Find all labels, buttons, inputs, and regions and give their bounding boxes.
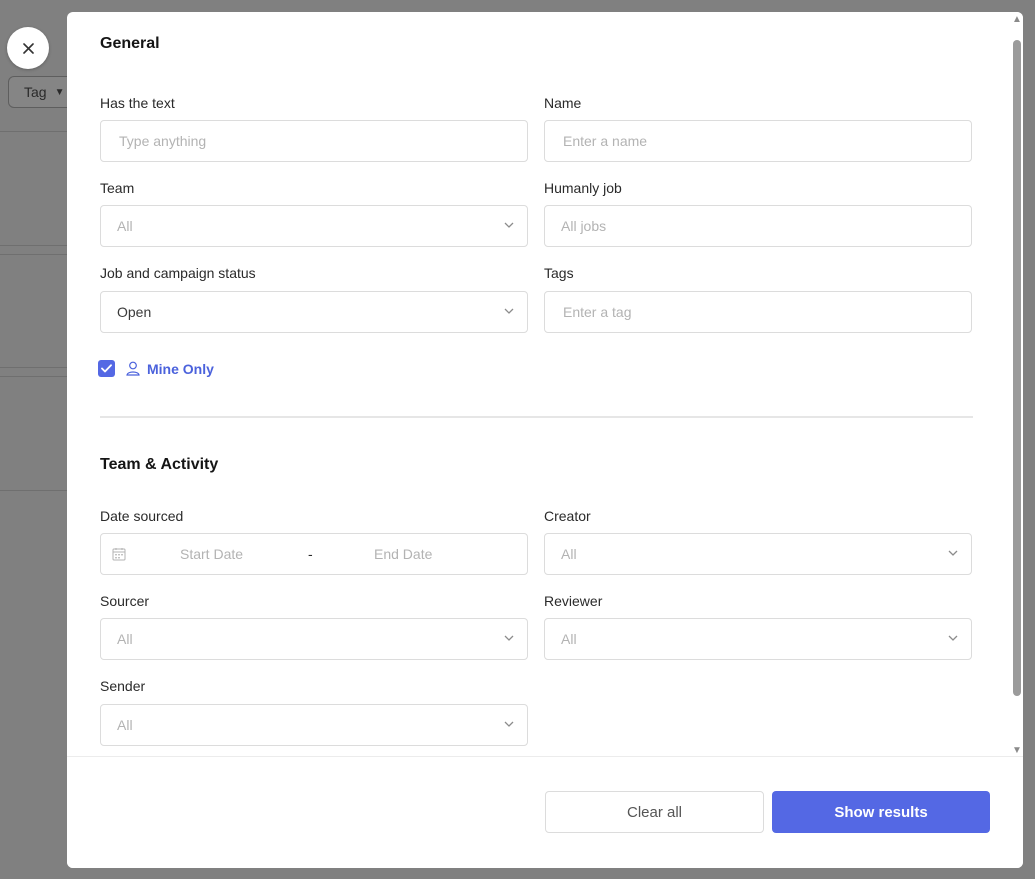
tag-filter-label: Tag xyxy=(24,84,47,100)
chevron-down-icon xyxy=(504,222,514,228)
sender-select-value: All xyxy=(117,717,133,733)
sourcer-select-value: All xyxy=(117,631,133,647)
name-label: Name xyxy=(544,95,582,111)
humanly-job-label: Humanly job xyxy=(544,180,622,196)
scroll-down-arrow-icon[interactable]: ▼ xyxy=(1012,745,1022,756)
humanly-job-field[interactable]: All jobs xyxy=(544,205,972,247)
tag-filter-button[interactable]: Tag ▼ xyxy=(8,76,74,108)
name-input[interactable] xyxy=(561,132,934,150)
creator-select[interactable]: All xyxy=(544,533,972,575)
date-sourced-label: Date sourced xyxy=(100,508,184,524)
sourcer-label: Sourcer xyxy=(100,593,150,609)
tags-label: Tags xyxy=(544,265,574,281)
chevron-down-icon xyxy=(504,721,514,727)
reviewer-select-value: All xyxy=(561,631,577,647)
name-field[interactable] xyxy=(544,120,972,162)
team-label: Team xyxy=(100,180,135,196)
calendar-icon xyxy=(112,548,126,561)
general-section-title: General xyxy=(100,35,160,52)
has-text-label: Has the text xyxy=(100,95,175,111)
team-select[interactable]: All xyxy=(100,205,528,247)
team-select-value: All xyxy=(117,218,133,234)
humanly-job-value: All jobs xyxy=(561,218,607,234)
mine-only-label: Mine Only xyxy=(147,360,214,377)
date-sourced-range[interactable]: Start Date - End Date xyxy=(100,533,528,575)
end-date-input[interactable]: End Date xyxy=(374,546,432,562)
start-date-input[interactable]: Start Date xyxy=(180,546,243,562)
show-results-button[interactable]: Show results xyxy=(772,791,990,833)
job-status-value: Open xyxy=(117,304,152,320)
filter-modal: General Has the text Name Team All Human… xyxy=(67,12,1023,868)
section-divider xyxy=(100,416,973,418)
tags-field[interactable] xyxy=(544,291,972,333)
background-divider xyxy=(0,367,67,368)
mine-only-toggle[interactable]: Mine Only xyxy=(98,360,214,377)
user-icon xyxy=(126,361,140,376)
close-button[interactable] xyxy=(7,27,49,69)
chevron-down-icon xyxy=(504,635,514,641)
creator-label: Creator xyxy=(544,508,591,524)
sender-label: Sender xyxy=(100,678,146,694)
reviewer-select[interactable]: All xyxy=(544,618,972,660)
clear-all-button[interactable]: Clear all xyxy=(545,791,764,833)
background-divider xyxy=(0,245,67,246)
mine-only-checkbox[interactable] xyxy=(98,360,115,377)
background-divider xyxy=(0,490,67,491)
modal-footer: Clear all Show results xyxy=(67,756,1023,868)
has-text-field[interactable] xyxy=(100,120,528,162)
scroll-up-arrow-icon[interactable]: ▲ xyxy=(1012,14,1022,25)
vertical-scrollbar[interactable]: ▲ ▼ xyxy=(1011,12,1023,756)
job-status-label: Job and campaign status xyxy=(100,265,256,281)
has-text-input[interactable] xyxy=(117,132,490,150)
sender-select[interactable]: All xyxy=(100,704,528,746)
creator-select-value: All xyxy=(561,546,577,562)
chevron-down-icon xyxy=(948,550,958,556)
date-range-separator: - xyxy=(308,546,313,562)
tags-input[interactable] xyxy=(561,303,934,321)
checkmark-icon xyxy=(101,364,112,373)
chevron-down-icon xyxy=(504,308,514,314)
close-icon xyxy=(22,42,34,54)
caret-down-icon: ▼ xyxy=(54,86,65,98)
job-status-select[interactable]: Open xyxy=(100,291,528,333)
filter-scroll-area[interactable]: General Has the text Name Team All Human… xyxy=(67,12,1011,756)
mine-only-label-wrap[interactable]: Mine Only xyxy=(126,361,214,377)
background-divider xyxy=(0,254,67,255)
team-activity-section-title: Team & Activity xyxy=(100,456,219,473)
scrollbar-thumb[interactable] xyxy=(1013,40,1021,696)
background-divider xyxy=(0,131,67,132)
background-divider xyxy=(0,376,67,377)
chevron-down-icon xyxy=(948,635,958,641)
sourcer-select[interactable]: All xyxy=(100,618,528,660)
reviewer-label: Reviewer xyxy=(544,593,603,609)
